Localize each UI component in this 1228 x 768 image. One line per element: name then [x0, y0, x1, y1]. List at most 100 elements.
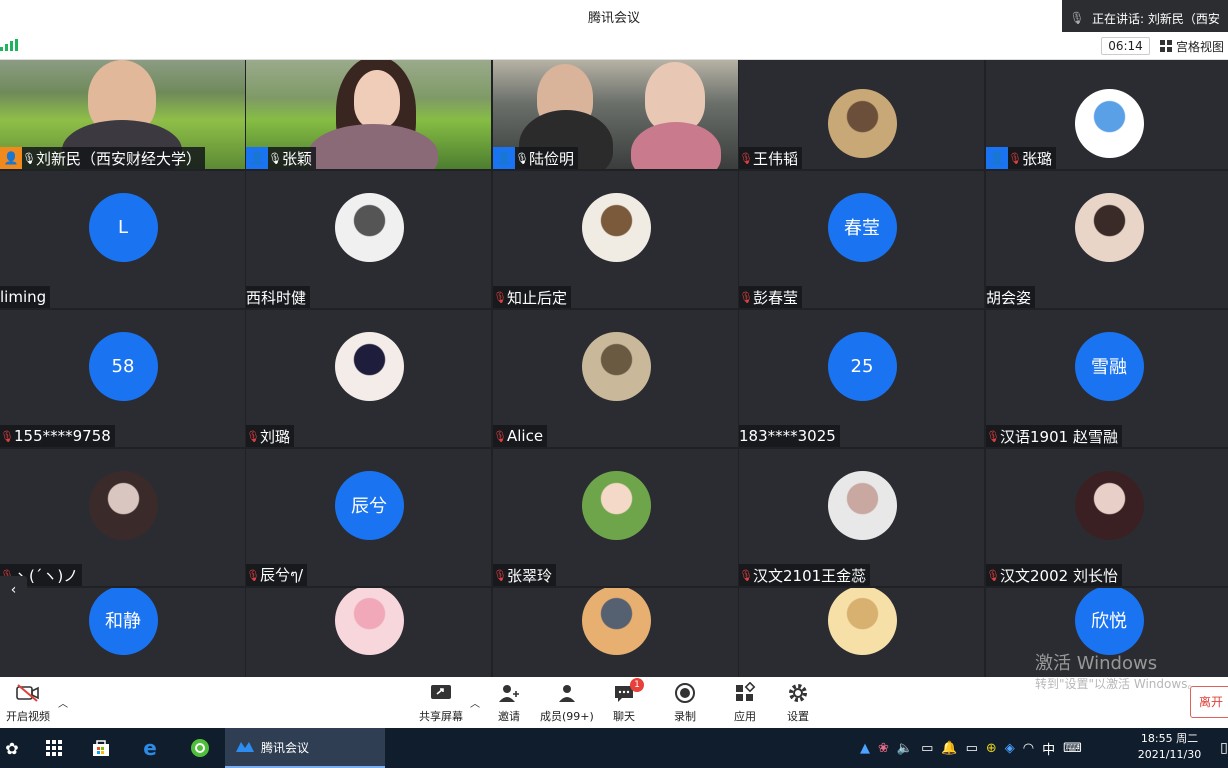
edge-icon[interactable]: e — [138, 736, 162, 760]
flower-tray-icon[interactable]: ❀ — [878, 741, 889, 756]
participant-tile[interactable]: 🎙 ヽ(´ヽ)ノ — [0, 449, 245, 586]
participant-tile[interactable]: 雪融 🎙 汉语1901 赵雪融 — [986, 310, 1228, 447]
participant-tile[interactable]: 🎙 刘璐 — [246, 310, 491, 447]
members-label: 成员(99+) — [540, 710, 594, 723]
chat-button[interactable]: 1 聊天 — [612, 678, 644, 724]
participant-tile[interactable]: 👤 🎙 张璐 — [986, 60, 1228, 169]
participant-tile[interactable]: 🎙 知止后定 — [493, 171, 738, 308]
avatar-image — [1074, 470, 1144, 540]
participant-tile[interactable]: Lliming — [0, 171, 245, 308]
participant-tile[interactable]: 🎙 Alice — [493, 310, 738, 447]
participant-nametag: 🎙 汉文2002 刘长怡 — [986, 564, 1122, 586]
chevron-up-icon[interactable]: ︿ — [470, 695, 480, 710]
meeting-timer: 06:14 — [1101, 37, 1150, 55]
invite-button[interactable]: 邀请 — [497, 682, 521, 724]
mic-icon: 🎙 — [268, 151, 282, 165]
participant-tile[interactable]: 👤 🎙 张颖 — [246, 60, 491, 169]
avatar-image — [334, 192, 404, 262]
participant-tile[interactable] — [493, 588, 738, 677]
keyboard-icon[interactable]: ⌨ — [1063, 741, 1082, 756]
participant-tile[interactable]: 👤 🎙 陆俭明 — [493, 60, 738, 169]
members-icon — [555, 682, 579, 704]
participant-nametag: 👤 🎙 张颖 — [246, 147, 317, 169]
participant-tile[interactable]: 西科时健 — [246, 171, 491, 308]
participant-name: 155****9758 — [14, 427, 111, 445]
share-screen-icon — [429, 682, 453, 704]
share-screen-button[interactable]: 共享屏幕 — [419, 682, 463, 724]
user-icon: 👤 — [0, 147, 22, 169]
taskbar-app-tencent-meeting[interactable]: 腾讯会议 — [225, 728, 385, 768]
participant-tile[interactable]: 🎙 汉文2101王金蕊 — [739, 449, 984, 586]
view-mode-label: 宫格视图 — [1176, 39, 1225, 54]
display-icon[interactable]: ▭ — [921, 741, 933, 756]
video-button[interactable]: 开启视频 — [6, 682, 50, 724]
participant-name: 刘新民（西安财经大学） — [36, 149, 202, 168]
participant-name: 胡会姿 — [986, 288, 1032, 307]
participant-tile[interactable]: 👤 🎙 刘新民（西安财经大学） — [0, 60, 245, 169]
participant-tile[interactable]: 🎙 王伟韬 — [739, 60, 984, 169]
avatar-initial: 雪融 — [1074, 331, 1144, 401]
clock[interactable]: 18:55 周二 2021/11/30 — [1132, 731, 1207, 763]
participant-nametag: 🎙 汉文2101王金蕊 — [739, 564, 871, 586]
addon-icon[interactable]: ⊕ — [986, 741, 997, 756]
view-mode-button[interactable]: 宫格视图 — [1160, 37, 1224, 55]
battery-icon[interactable]: ▭ — [966, 741, 978, 756]
speaker-icon[interactable]: 🔈 — [897, 741, 913, 756]
mic-icon: 🎙 — [515, 151, 529, 165]
avatar-image — [581, 192, 651, 262]
avatar-image — [827, 588, 897, 655]
notification-icon[interactable]: 🔔 — [941, 741, 957, 756]
meeting-info-bar: 06:14 宫格视图 — [0, 32, 1228, 60]
title-bar: 腾讯会议 — [0, 0, 1228, 32]
record-button[interactable]: 录制 — [673, 682, 697, 724]
participant-tile[interactable] — [246, 588, 491, 677]
participant-tile[interactable]: 🎙 张翠玲 — [493, 449, 738, 586]
participant-tile[interactable]: 和静 — [0, 588, 245, 677]
speaking-text: 正在讲话: 刘新民（西安 — [1092, 11, 1220, 26]
avatar-image — [88, 470, 158, 540]
apps-grid-icon[interactable] — [42, 736, 66, 760]
participant-nametag: 🎙 Alice — [493, 425, 548, 447]
participant-nametag: 🎙 辰兮ๆ/ — [246, 564, 308, 586]
user-icon: 👤 — [986, 147, 1008, 169]
participant-tile[interactable]: 辰兮 🎙 辰兮ๆ/ — [246, 449, 491, 586]
notification-center-icon[interactable]: ▯ — [1212, 736, 1228, 760]
record-label: 录制 — [674, 710, 696, 723]
mic-muted-icon: 🎙 — [246, 429, 260, 443]
participant-tile[interactable]: 春莹 🎙 彭春莹 — [739, 171, 984, 308]
store-icon[interactable] — [89, 736, 113, 760]
members-button[interactable]: 成员(99+) — [540, 682, 594, 724]
participant-name: 王伟韬 — [753, 149, 799, 168]
mic-muted-icon: 🎙 — [739, 568, 753, 582]
shield-icon[interactable]: ◈ — [1005, 741, 1015, 756]
ime-indicator[interactable]: 中 — [1042, 739, 1055, 758]
participant-tile[interactable]: 胡会姿 — [986, 171, 1228, 308]
chevron-up-icon[interactable]: ︿ — [58, 695, 68, 710]
avatar-image — [334, 331, 404, 401]
participant-tile[interactable] — [739, 588, 984, 677]
participant-tile[interactable]: 25 183****3025 — [739, 310, 984, 447]
settings-button[interactable]: 设置 — [786, 682, 810, 724]
participant-name: 张璐 — [1022, 149, 1053, 168]
participant-tile[interactable]: 🎙 汉文2002 刘长怡 — [986, 449, 1228, 586]
avatar-image — [1074, 192, 1144, 262]
participant-tile[interactable]: 58 🎙 155****9758 — [0, 310, 245, 447]
participant-nametag: 西科时健 — [246, 286, 311, 308]
wifi-icon[interactable]: ◠ — [1023, 741, 1034, 756]
participant-nametag: 🎙 刘璐 — [246, 425, 295, 447]
start-icon[interactable]: ✿ — [0, 736, 24, 760]
chat-icon: 1 — [612, 678, 644, 704]
participant-nametag: liming — [0, 286, 51, 308]
participant-nametag: 🎙 汉语1901 赵雪融 — [986, 425, 1122, 447]
avatar-image — [334, 588, 404, 655]
browser-icon[interactable] — [188, 736, 212, 760]
apps-button[interactable]: 应用 — [733, 682, 757, 724]
participant-name: 陆俭明 — [529, 149, 575, 168]
avatar-image — [581, 331, 651, 401]
activation-watermark-title: 激活 Windows — [1035, 653, 1158, 674]
invite-icon — [497, 682, 521, 704]
chat-label: 聊天 — [613, 710, 635, 723]
chevron-left-icon[interactable]: ‹ — [0, 576, 27, 603]
system-tray: ▲ ❀ 🔈 ▭ 🔔 ▭ ⊕ ◈ ◠ 中 ⌨ — [860, 739, 1082, 758]
meeting-tray-icon[interactable]: ▲ — [860, 741, 870, 756]
